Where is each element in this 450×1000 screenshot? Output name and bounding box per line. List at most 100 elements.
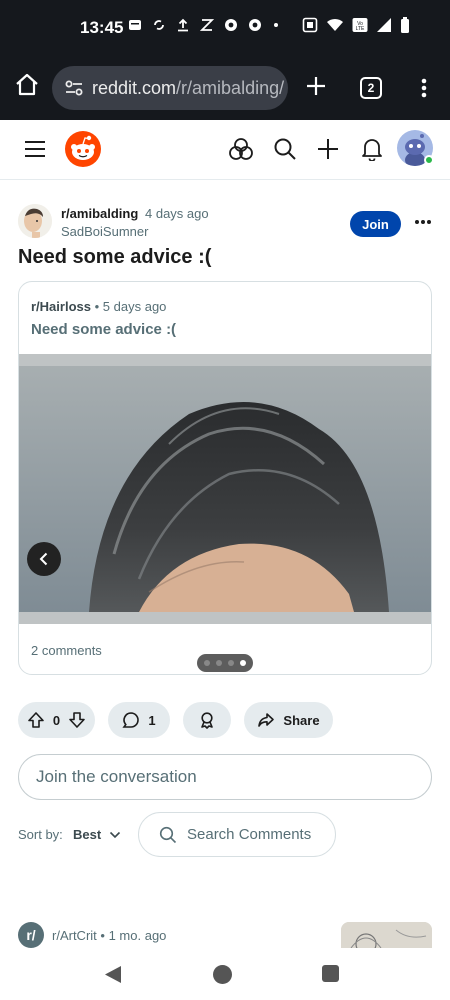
gallery-dot (240, 660, 246, 666)
url-host: reddit.com (92, 77, 177, 98)
system-icons: Vo LTE (302, 17, 410, 38)
vote-count: 0 (52, 712, 61, 728)
comment-icon (122, 712, 140, 728)
popular-button[interactable] (226, 134, 256, 164)
share-icon (258, 713, 275, 727)
post-author-link[interactable]: SadBoiSumner (61, 224, 148, 239)
reddit-header (0, 120, 450, 180)
hamburger-icon (25, 141, 45, 157)
message-icon (128, 18, 142, 32)
hamburger-menu-button[interactable] (20, 134, 50, 164)
crosspost-separator: • (94, 299, 100, 314)
search-button[interactable] (270, 134, 300, 164)
status-time: 13:45 (80, 18, 124, 37)
post-title: Need some advice :( (18, 246, 212, 268)
upvote-icon[interactable] (27, 711, 45, 729)
comment-input[interactable]: Join the conversation (18, 754, 432, 800)
subreddit-avatar[interactable] (18, 204, 52, 238)
crosspost-comments-link[interactable]: 2 comments (31, 643, 102, 658)
home-button[interactable] (14, 72, 40, 98)
status-bar: 13:45 Vo LTE (0, 0, 450, 56)
crosspost-card[interactable]: r/Hairloss • 5 days ago Need some advice… (18, 281, 432, 675)
chevron-left-icon (39, 552, 48, 566)
wifi-icon (326, 17, 344, 38)
gallery-pagination (197, 654, 253, 672)
post-more-options-button[interactable] (412, 210, 434, 234)
next-post-thumbnail[interactable] (341, 922, 432, 948)
bell-icon (362, 139, 382, 161)
sort-dropdown[interactable]: Best (73, 827, 121, 842)
recent-apps-button[interactable] (322, 965, 339, 982)
award-icon (201, 712, 213, 729)
browser-menu-button[interactable] (414, 76, 434, 100)
vertical-dots-icon (421, 78, 427, 98)
next-post-subreddit-avatar[interactable]: r/ (18, 922, 44, 948)
chrome-icon (224, 18, 238, 32)
post-age: 4 days ago (145, 206, 209, 221)
svg-text:LTE: LTE (356, 26, 365, 32)
crosspost-subreddit-link[interactable]: r/Hairloss (31, 299, 91, 314)
hair-photo (19, 354, 431, 624)
award-button[interactable] (183, 702, 231, 738)
search-comments-placeholder: Search Comments (187, 826, 312, 843)
next-post-separator: • (100, 928, 105, 943)
user-avatar-button[interactable] (397, 130, 434, 166)
search-icon (274, 138, 296, 160)
tab-switcher-button[interactable]: 2 (360, 77, 382, 99)
gallery-image[interactable] (19, 354, 431, 672)
popular-icon (229, 138, 253, 160)
crosspost-meta: r/Hairloss • 5 days ago (31, 299, 166, 314)
notifications-button[interactable] (357, 134, 387, 164)
crosspost-age: 5 days ago (102, 299, 167, 314)
more-notifications-icon (272, 18, 280, 32)
url-text: reddit.com/r/amibalding/ (92, 78, 284, 99)
url-path: /r/amibalding/ (176, 77, 285, 98)
next-post-age: 1 mo. ago (108, 928, 167, 943)
new-tab-button[interactable] (304, 74, 328, 98)
post-subreddit-link[interactable]: r/amibalding (61, 206, 138, 221)
gallery-dot (228, 660, 234, 666)
sketch-thumbnail (341, 922, 432, 948)
gallery-dot (216, 660, 222, 666)
gallery-previous-button[interactable] (27, 542, 61, 576)
upload-icon (176, 18, 190, 32)
next-post-meta: r/ArtCrit • 1 mo. ago (52, 928, 166, 943)
sort-label: Sort by: (18, 827, 63, 842)
next-post-subreddit-link[interactable]: r/ArtCrit (52, 928, 97, 943)
home-nav-button[interactable] (213, 965, 232, 984)
battery-icon (400, 17, 410, 38)
vote-control: 0 (18, 702, 95, 738)
sync-icon (152, 18, 166, 32)
bald-man-avatar-icon (18, 204, 52, 238)
back-icon[interactable] (104, 965, 122, 984)
reddit-logo[interactable] (65, 131, 101, 167)
site-settings-icon[interactable] (64, 78, 84, 98)
reddit-snoo-icon (65, 131, 101, 167)
signal-icon (376, 17, 392, 38)
create-post-button[interactable] (313, 134, 343, 164)
sort-value: Best (73, 827, 102, 842)
search-comments-input[interactable]: Search Comments (138, 812, 336, 857)
join-button[interactable]: Join (350, 211, 401, 237)
plus-icon (307, 77, 325, 95)
horizontal-dots-icon (415, 220, 431, 224)
volte-icon: Vo LTE (352, 17, 368, 38)
chrome-icon (248, 18, 262, 32)
search-icon (159, 826, 177, 843)
crosspost-title[interactable]: Need some advice :( (31, 321, 176, 338)
share-button[interactable]: Share (244, 702, 333, 738)
x-icon (200, 18, 214, 32)
comment-count: 1 (148, 712, 156, 728)
downvote-icon[interactable] (68, 711, 86, 729)
notification-icons (128, 18, 280, 32)
chevron-down-icon (110, 831, 121, 838)
share-label: Share (283, 712, 320, 728)
system-navigation-bar (0, 948, 450, 1000)
gallery-dot (204, 660, 210, 666)
browser-toolbar: reddit.com/r/amibalding/ 2 (0, 56, 450, 120)
nfc-icon (302, 17, 318, 38)
online-status-indicator (424, 155, 434, 165)
address-bar[interactable]: reddit.com/r/amibalding/ (52, 66, 288, 110)
comments-button[interactable]: 1 (108, 702, 170, 738)
plus-icon (318, 139, 338, 159)
